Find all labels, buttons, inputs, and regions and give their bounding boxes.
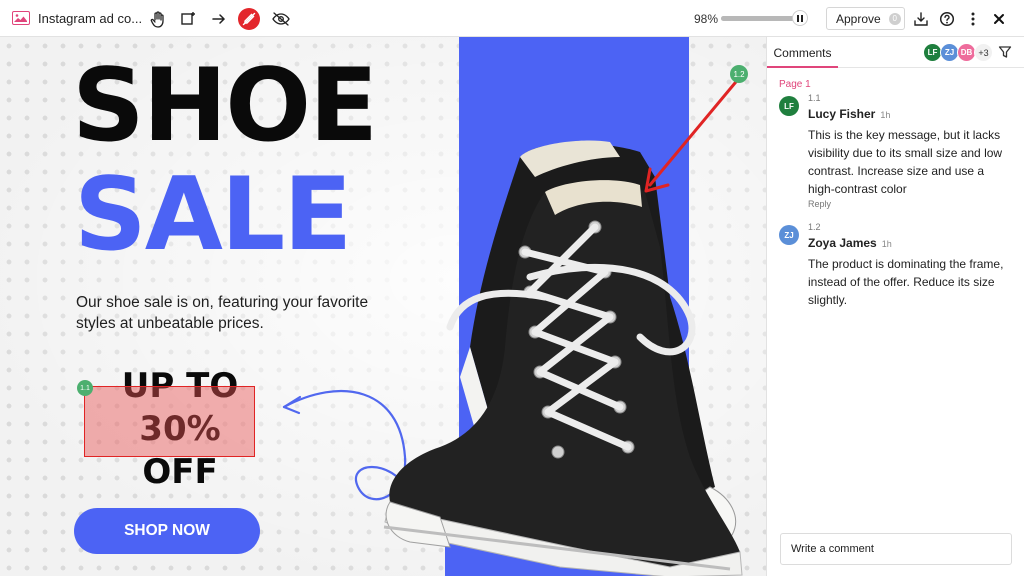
- design-canvas[interactable]: SHOE SALE Our shoe sale is on, featuring…: [0, 37, 766, 576]
- comment-time: 1h: [880, 110, 891, 120]
- progress-track: [721, 16, 801, 21]
- approve-label: Approve: [836, 11, 881, 26]
- approve-button[interactable]: Approve 0: [826, 7, 905, 30]
- arrow-tool-icon[interactable]: [208, 8, 230, 30]
- red-annotation-arrow: [644, 75, 742, 193]
- hide-annotations-icon[interactable]: [270, 8, 292, 30]
- download-icon[interactable]: [910, 8, 932, 30]
- hand-tool-icon[interactable]: [147, 8, 169, 30]
- comment-number: 1.2: [808, 222, 821, 232]
- pen-off-icon[interactable]: [238, 8, 260, 30]
- pause-button[interactable]: [792, 10, 808, 26]
- zoom-level[interactable]: 98%: [694, 12, 718, 26]
- more-options-icon[interactable]: [962, 8, 984, 30]
- comment-time: 1h: [881, 239, 892, 249]
- filter-icon[interactable]: [998, 45, 1012, 59]
- comment-marker-1-1[interactable]: 1.1: [77, 380, 93, 396]
- close-icon[interactable]: [988, 8, 1010, 30]
- offer-line-off: OFF: [142, 452, 218, 492]
- page-label: Page 1: [779, 79, 811, 90]
- reply-link[interactable]: Reply: [808, 199, 831, 209]
- avatar: LF: [779, 96, 799, 116]
- headline-shoe: SHOE: [72, 46, 378, 164]
- comments-panel: Comments LF ZJ DB +3 Page 1 LF 1.1 Lucy …: [766, 37, 1024, 576]
- comment-text: This is the key message, but it lacks vi…: [808, 128, 1003, 196]
- shop-now-button: SHOP NOW: [74, 508, 260, 554]
- file-title[interactable]: Instagram ad co...: [38, 11, 142, 26]
- comment-text: The product is dominating the frame, ins…: [808, 257, 1004, 307]
- progress-fill: [721, 16, 800, 21]
- more-avatars-badge[interactable]: +3: [974, 43, 993, 62]
- annotation-highlight-box[interactable]: [84, 386, 255, 457]
- top-toolbar: Instagram ad co... 98% Approve 0: [0, 0, 1024, 37]
- comment-number: 1.1: [808, 93, 821, 103]
- comment-author: Lucy Fisher 1h: [808, 107, 890, 121]
- avatar: ZJ: [779, 225, 799, 245]
- approve-count-badge: 0: [888, 12, 901, 25]
- help-icon[interactable]: [936, 8, 958, 30]
- rectangle-select-icon[interactable]: [177, 8, 199, 30]
- author-name: Lucy Fisher: [808, 107, 876, 121]
- panel-header: Comments LF ZJ DB +3: [767, 37, 1024, 68]
- comment-marker-1-2[interactable]: 1.2: [730, 65, 748, 83]
- ad-subtext: Our shoe sale is on, featuring your favo…: [76, 294, 369, 332]
- comment-author: Zoya James 1h: [808, 236, 892, 250]
- image-file-icon: [12, 11, 30, 25]
- tab-comments[interactable]: Comments: [767, 37, 838, 68]
- headline-sale: SALE: [74, 155, 352, 273]
- author-name: Zoya James: [808, 236, 877, 250]
- comment-input[interactable]: [780, 533, 1012, 565]
